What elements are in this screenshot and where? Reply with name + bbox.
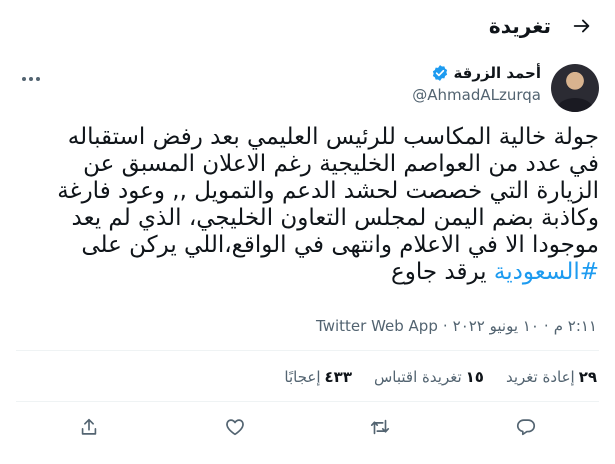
tweet-time[interactable]: ٢:١١ م: [554, 317, 597, 335]
tweet-date[interactable]: ١٠ يونيو ٢٠٢٢: [453, 317, 539, 335]
verified-badge-icon: [433, 65, 448, 81]
likes-stat[interactable]: ٤٣٣إعجابًا: [284, 368, 352, 386]
more-dots-icon: [36, 77, 40, 81]
likes-count: ٤٣٣: [324, 368, 352, 386]
tweet-text: جولة خالية المكاسب للرئيس العليمي بعد رف…: [16, 124, 599, 286]
retweets-count: ٢٩: [578, 368, 597, 386]
tweet-line: موجودا الا في الاعلام وانتهى في الواقع،ا…: [81, 232, 599, 258]
author-row: أحمد الزرقة @AhmadALzurqa: [16, 64, 599, 114]
reply-icon: [517, 419, 536, 436]
tweet-line-tail: يرقد جاوع: [391, 259, 494, 285]
likes-label: إعجابًا: [284, 368, 321, 386]
author-name[interactable]: أحمد الزرقة: [453, 64, 541, 82]
tweet-line: الزيارة التي خصصت لحشد الدعم والتمويل ,,…: [57, 178, 599, 204]
share-icon: [81, 418, 97, 435]
quotes-count: ١٥: [465, 368, 484, 386]
quotes-stat[interactable]: ١٥تغريدة اقتباس: [374, 368, 484, 386]
divider: [16, 350, 599, 351]
divider: [16, 401, 599, 402]
back-button[interactable]: [565, 9, 599, 43]
tweet-page: تغريدة أحمد الزرقة @AhmadALzurqa جولة خا…: [0, 0, 615, 464]
author-names: أحمد الزرقة @AhmadALzurqa: [412, 64, 541, 104]
like-button[interactable]: [218, 410, 252, 444]
retweets-label: إعادة تغريد: [505, 368, 575, 386]
reply-button[interactable]: [509, 410, 543, 444]
tweet-line: جولة خالية المكاسب للرئيس العليمي بعد رف…: [67, 124, 599, 150]
tweet-meta: ٢:١١ م · ١٠ يونيو ٢٠٢٢ · Twitter Web App: [18, 317, 597, 335]
tweet-line-last: #السعودية يرقد جاوع: [16, 259, 599, 286]
tweet-actions: [16, 410, 599, 444]
share-button[interactable]: [72, 410, 106, 444]
more-options-button[interactable]: [16, 64, 46, 94]
author-handle[interactable]: @AhmadALzurqa: [412, 86, 541, 104]
retweets-stat[interactable]: ٢٩إعادة تغريد: [506, 368, 597, 386]
meta-separator: ·: [442, 317, 448, 335]
page-header: تغريدة: [0, 0, 615, 52]
arrow-right-icon: [573, 19, 590, 33]
avatar[interactable]: [551, 64, 599, 112]
heart-icon: [225, 419, 244, 436]
tweet-source[interactable]: Twitter Web App: [316, 317, 438, 335]
hashtag-link[interactable]: #السعودية: [494, 259, 599, 285]
tweet-line: وكاذبة بضم اليمن لمجلس التعاون الخليجي، …: [71, 205, 599, 231]
page-title: تغريدة: [488, 14, 551, 38]
tweet-stats: ٢٩إعادة تغريد ١٥تغريدة اقتباس ٤٣٣إعجابًا: [18, 362, 597, 392]
retweet-icon: [371, 419, 390, 435]
quotes-label: تغريدة اقتباس: [374, 368, 462, 386]
meta-separator: ·: [543, 317, 549, 335]
retweet-button[interactable]: [363, 410, 397, 444]
tweet-line: في عدد من العواصم الخليجية رغم الاعلان ا…: [83, 151, 599, 177]
